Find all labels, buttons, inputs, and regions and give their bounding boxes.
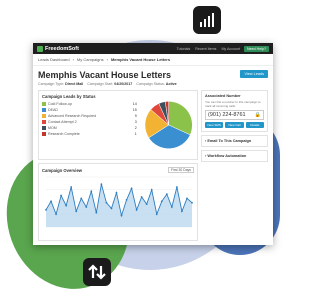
campaign-overview-title: Campaign Overview xyxy=(42,167,83,173)
data-point xyxy=(75,210,78,213)
phone-number: (901) 224-8761 xyxy=(208,112,246,118)
legend-swatch xyxy=(42,114,46,118)
legend-swatch xyxy=(42,120,46,124)
data-point xyxy=(145,203,148,206)
nav-my-account[interactable]: My Account xyxy=(221,47,240,51)
logo[interactable]: FreedomSoft xyxy=(37,45,79,52)
legend-swatch xyxy=(42,102,46,106)
breadcrumb-leads-dashboard[interactable]: Leads Dashboard xyxy=(38,57,70,62)
data-point xyxy=(135,208,138,211)
data-point xyxy=(110,207,113,210)
legend-swatch xyxy=(42,126,46,130)
data-point xyxy=(155,213,158,216)
data-point xyxy=(55,213,57,216)
page-header: Memphis Vacant House Letters Campaign Ty… xyxy=(33,66,273,88)
data-point xyxy=(165,193,168,196)
campaign-meta: Campaign Type: Direct Mail Campaign Star… xyxy=(38,82,177,86)
logo-mark-icon xyxy=(37,45,43,52)
lock-icon: 🔒 xyxy=(254,112,261,118)
campaign-overview-chart xyxy=(45,176,193,228)
legend-swatch xyxy=(42,132,46,136)
data-point xyxy=(120,214,123,217)
left-column: Campaign Leads by Status Cold Follow-up … xyxy=(38,90,198,244)
status-legend: Cold Follow-up 14 DEAD 15 Advanced Resea… xyxy=(42,101,137,151)
top-nav: Tutorials Recent Items My Account xyxy=(177,47,240,51)
up-down-arrows-icon xyxy=(83,258,111,286)
leads-by-status-card: Campaign Leads by Status Cold Follow-up … xyxy=(38,90,198,160)
data-point xyxy=(181,210,183,213)
phone-number-field[interactable]: (901) 224-8761 🔒 xyxy=(205,110,264,120)
legend-row: Research Complete 1 xyxy=(42,131,137,137)
data-point xyxy=(95,211,98,214)
new-call-button[interactable]: New Call xyxy=(225,122,244,128)
data-point xyxy=(50,200,52,203)
details-button[interactable]: Details xyxy=(245,122,264,128)
breadcrumb: Leads Dashboard › My Campaigns › Memphis… xyxy=(33,54,273,66)
data-point xyxy=(105,201,108,204)
view-leads-button[interactable]: View Leads xyxy=(240,70,268,78)
campaign-status: Active xyxy=(165,82,177,86)
breadcrumb-current: Memphis Vacant House Letters xyxy=(110,57,171,62)
data-point xyxy=(125,198,128,201)
data-point xyxy=(60,194,63,197)
legend-swatch xyxy=(42,108,46,112)
right-column: Associated Number You can link a number … xyxy=(201,90,268,244)
campaign-start: 04/20/2017 xyxy=(114,82,133,86)
data-point xyxy=(90,190,93,193)
data-point xyxy=(160,200,163,203)
data-point xyxy=(70,186,73,188)
bar-chart-icon xyxy=(193,6,221,34)
new-sms-button[interactable]: New SMS xyxy=(205,122,224,128)
data-point xyxy=(186,197,188,200)
top-bar: FreedomSoft Tutorials Recent Items My Ac… xyxy=(33,43,273,54)
nav-tutorials[interactable]: Tutorials xyxy=(177,47,191,51)
logo-text: FreedomSoft xyxy=(45,45,79,52)
email-to-campaign-section[interactable]: › Email To This Campaign xyxy=(201,135,268,147)
data-point xyxy=(80,197,83,200)
data-point xyxy=(100,183,103,186)
workflow-automation-section[interactable]: › Workflow Automation xyxy=(201,150,268,162)
data-point xyxy=(115,191,118,194)
data-point xyxy=(150,188,153,191)
associated-number-title: Associated Number xyxy=(205,94,241,98)
content: Campaign Leads by Status Cold Follow-up … xyxy=(33,88,273,245)
nav-recent-items[interactable]: Recent Items xyxy=(195,47,216,51)
campaign-overview-card: Campaign Overview First 30 Days xyxy=(38,163,198,241)
breadcrumb-my-campaigns[interactable]: My Campaigns xyxy=(77,57,104,62)
campaign-type: Direct Mail xyxy=(65,82,84,86)
data-point xyxy=(85,206,88,208)
data-point xyxy=(175,186,178,188)
associated-number-panel: Associated Number You can link a number … xyxy=(201,90,268,132)
data-point xyxy=(65,204,68,207)
data-point xyxy=(140,196,143,198)
help-button[interactable]: Need Help? xyxy=(244,45,269,52)
associated-number-hint: You can link a number to this campaign t… xyxy=(205,100,261,108)
app-window: FreedomSoft Tutorials Recent Items My Ac… xyxy=(33,43,273,245)
data-point xyxy=(170,206,173,208)
data-point xyxy=(45,208,47,211)
status-pie-chart xyxy=(144,101,193,149)
data-point xyxy=(191,201,193,204)
page-title: Memphis Vacant House Letters xyxy=(38,70,172,80)
data-point xyxy=(130,187,133,190)
